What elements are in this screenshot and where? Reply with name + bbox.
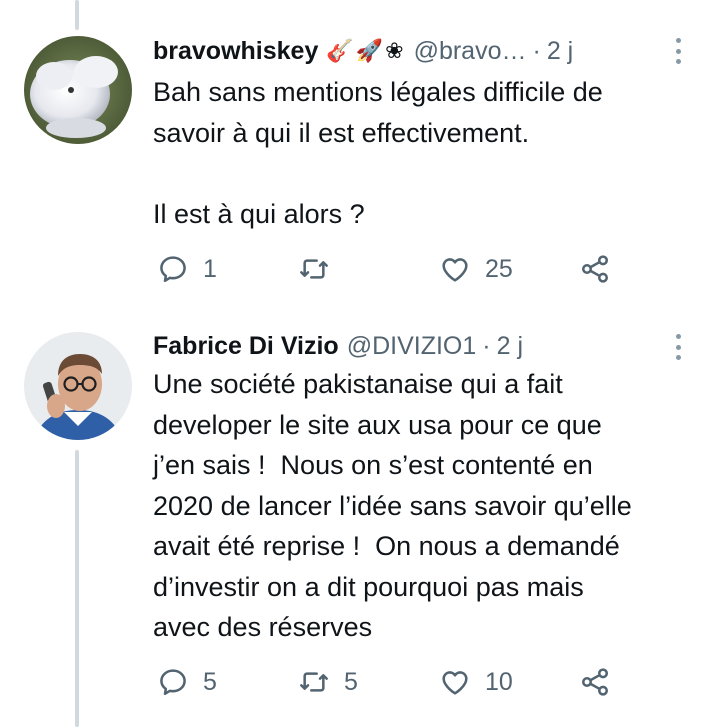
retweet-icon <box>300 259 328 279</box>
reply-button[interactable]: 1 <box>157 251 217 287</box>
reply-button[interactable]: 5 <box>157 664 217 700</box>
share-button[interactable] <box>579 664 611 700</box>
more-icon[interactable] <box>668 36 688 66</box>
share-icon <box>582 668 608 696</box>
timestamp[interactable]: 2 j <box>497 328 523 364</box>
tweet-header: bravowhiskey 🎸🚀❀ @bravo… · 2 j <box>153 33 660 69</box>
reply-icon <box>160 256 186 282</box>
more-icon[interactable] <box>668 332 688 362</box>
share-button[interactable] <box>579 251 611 287</box>
tweet-text: Bah sans mentions légales difficile de s… <box>153 77 603 229</box>
timestamp[interactable]: 2 j <box>547 33 573 69</box>
reply-count: 1 <box>203 254 217 283</box>
tweet-bravowhiskey[interactable]: bravowhiskey 🎸🚀❀ @bravo… · 2 j Bah sans … <box>0 0 720 320</box>
avatar[interactable] <box>24 36 132 144</box>
retweet-count: 5 <box>344 667 358 696</box>
tweet-divizio[interactable]: Fabrice Di Vizio @DIVIZIO1 · 2 j Une soc… <box>0 320 720 727</box>
like-button[interactable]: 10 <box>439 664 513 700</box>
like-icon <box>442 258 468 282</box>
tweet-header: Fabrice Di Vizio @DIVIZIO1 · 2 j <box>153 328 660 364</box>
display-name[interactable]: bravowhiskey <box>153 33 318 69</box>
retweet-button[interactable]: 5 <box>298 664 358 700</box>
reply-icon <box>160 669 186 695</box>
share-icon <box>582 255 608 283</box>
tweet-text: Une société pakistanaise qui a fait deve… <box>153 369 632 642</box>
user-handle[interactable]: @bravo… <box>414 33 527 69</box>
retweet-icon <box>300 672 328 692</box>
retweet-button[interactable] <box>298 251 344 287</box>
separator-dot: · <box>482 332 491 360</box>
like-count: 25 <box>485 254 513 283</box>
action-bar: 5 5 10 <box>153 664 633 700</box>
like-button[interactable]: 25 <box>439 251 513 287</box>
like-count: 10 <box>485 667 513 696</box>
user-handle[interactable]: @DIVIZIO1 <box>347 328 477 364</box>
avatar[interactable] <box>24 332 132 440</box>
reply-count: 5 <box>203 667 217 696</box>
name-emojis: 🎸🚀❀ <box>326 38 406 63</box>
display-name[interactable]: Fabrice Di Vizio <box>153 328 339 364</box>
action-bar: 1 25 <box>153 251 633 287</box>
separator-dot: · <box>532 37 541 65</box>
like-icon <box>442 671 468 695</box>
